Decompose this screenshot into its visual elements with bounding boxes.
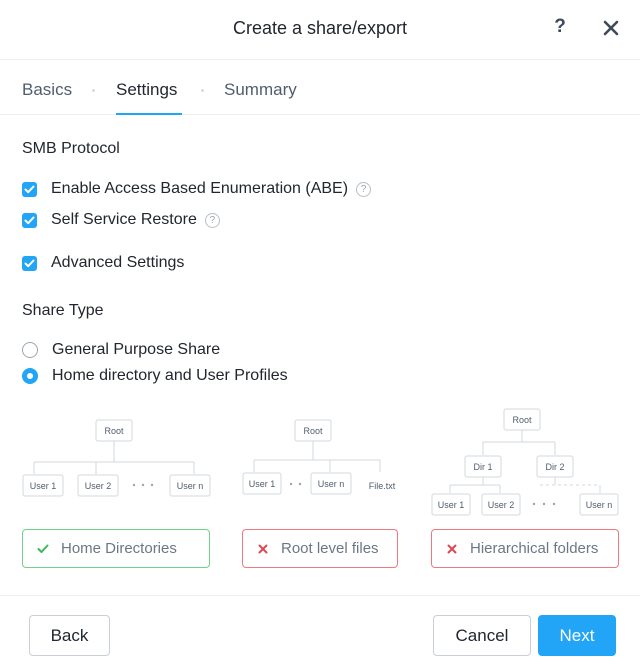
node-label: User n: [177, 481, 204, 491]
general-purpose-share-radio[interactable]: [22, 342, 38, 358]
home-directory-row[interactable]: Home directory and User Profiles: [22, 365, 288, 387]
node-label: User 2: [488, 500, 515, 510]
root-level-files-label: Root level files: [281, 540, 379, 557]
x-icon: [255, 544, 271, 554]
structure-diagram-canvas: Root User 1 User 2 User n Root User 1 Us…: [22, 408, 619, 516]
self-service-restore-label: Self Service Restore: [51, 211, 197, 228]
self-service-restore-checkbox[interactable]: [22, 212, 37, 228]
abe-label: Enable Access Based Enumeration (ABE): [51, 180, 349, 197]
abe-checkbox[interactable]: [22, 181, 37, 197]
tab-basics[interactable]: Basics: [22, 80, 72, 100]
tab-separator: [201, 89, 204, 92]
hierarchical-folders-option[interactable]: Hierarchical folders: [431, 529, 619, 568]
back-button[interactable]: Back: [29, 615, 110, 656]
general-purpose-share-label: General Purpose Share: [52, 341, 221, 358]
node-label: Root: [104, 426, 124, 436]
node-label: Dir 2: [545, 462, 564, 472]
self-service-restore-row[interactable]: Self Service Restore ?: [22, 209, 220, 231]
dialog-footer: Back Cancel Next: [0, 595, 640, 672]
cancel-button[interactable]: Cancel: [433, 615, 531, 656]
question-circle-icon[interactable]: ?: [204, 212, 220, 228]
home-directories-label: Home Directories: [61, 540, 177, 557]
node-label: User n: [318, 479, 345, 489]
close-icon[interactable]: [600, 16, 622, 40]
node-label: User 1: [438, 500, 465, 510]
help-icon[interactable]: ?: [550, 16, 570, 40]
question-circle-icon[interactable]: ?: [356, 181, 372, 197]
dialog-title: Create a share/export: [232, 18, 408, 38]
node-label: File.txt: [369, 481, 396, 491]
hierarchical-folders-label: Hierarchical folders: [470, 540, 599, 557]
node-label: Root: [303, 426, 323, 436]
smb-protocol-heading: SMB Protocol: [22, 140, 120, 157]
x-icon: [444, 544, 460, 554]
abe-checkbox-row[interactable]: Enable Access Based Enumeration (ABE) ?: [22, 178, 372, 200]
advanced-settings-label: Advanced Settings: [51, 254, 185, 271]
home-directory-radio[interactable]: [22, 368, 38, 384]
dialog-header: Create a share/export ?: [0, 0, 640, 60]
node-label: User 1: [30, 481, 57, 491]
active-tab-indicator: [116, 113, 182, 115]
root-level-files-option[interactable]: Root level files: [242, 529, 398, 568]
node-label: User 2: [85, 481, 112, 491]
general-purpose-share-row[interactable]: General Purpose Share: [22, 339, 220, 361]
wizard-tabs: Basics Settings Summary: [0, 60, 640, 115]
share-structure-diagrams: Root User 1 User 2 User n Root User 1 Us…: [0, 400, 640, 530]
home-directories-option[interactable]: Home Directories: [22, 529, 210, 568]
node-label: Root: [512, 415, 532, 425]
advanced-settings-checkbox[interactable]: [22, 255, 37, 271]
node-label: User 1: [249, 479, 276, 489]
next-button[interactable]: Next: [538, 615, 616, 656]
tab-settings[interactable]: Settings: [116, 80, 177, 100]
advanced-settings-row[interactable]: Advanced Settings: [22, 252, 184, 274]
share-type-heading: Share Type: [22, 302, 104, 319]
node-label: User n: [586, 500, 613, 510]
tab-separator: [92, 89, 95, 92]
home-directory-label: Home directory and User Profiles: [52, 367, 288, 384]
node-label: Dir 1: [473, 462, 492, 472]
check-icon: [35, 544, 51, 554]
tab-summary[interactable]: Summary: [224, 80, 297, 100]
